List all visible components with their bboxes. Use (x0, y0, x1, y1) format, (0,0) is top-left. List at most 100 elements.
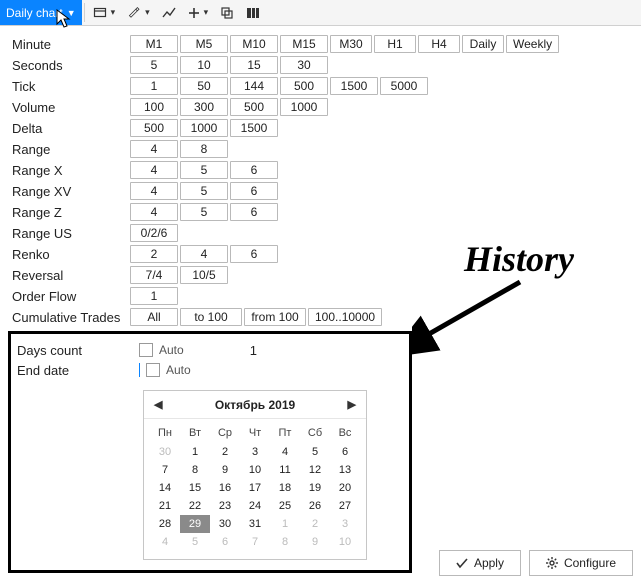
calendar-day[interactable]: 19 (300, 479, 330, 497)
calendar-day[interactable]: 16 (210, 479, 240, 497)
calendar-day[interactable]: 1 (270, 515, 300, 533)
option-button[interactable]: 1500 (230, 119, 278, 137)
option-button[interactable]: 1 (130, 287, 178, 305)
calendar-day[interactable]: 6 (330, 443, 360, 461)
option-button[interactable]: 5 (180, 161, 228, 179)
calendar-day[interactable]: 14 (150, 479, 180, 497)
calendar-prev-button[interactable]: ◀ (154, 398, 162, 411)
option-button[interactable]: 30 (280, 56, 328, 74)
option-button[interactable]: from 100 (244, 308, 306, 326)
calendar-day[interactable]: 27 (330, 497, 360, 515)
calendar-next-button[interactable]: ▶ (348, 398, 356, 411)
toolbar-layout-button[interactable] (240, 0, 266, 25)
calendar-day[interactable]: 8 (270, 533, 300, 551)
option-button[interactable]: 5000 (380, 77, 428, 95)
option-button[interactable]: 7/4 (130, 266, 178, 284)
apply-button[interactable]: Apply (439, 550, 521, 576)
option-button[interactable]: M15 (280, 35, 328, 53)
toolbar-add-dropdown[interactable]: ▾ (182, 0, 215, 25)
calendar-day[interactable]: 1 (180, 443, 210, 461)
option-button[interactable]: 10 (180, 56, 228, 74)
toolbar-draw-dropdown[interactable]: ▾ (121, 0, 156, 25)
option-button[interactable]: 500 (130, 119, 178, 137)
calendar-day[interactable]: 7 (240, 533, 270, 551)
option-button[interactable]: M5 (180, 35, 228, 53)
option-button[interactable]: 6 (230, 161, 278, 179)
option-button[interactable]: 100 (130, 98, 178, 116)
option-button[interactable]: Daily (462, 35, 504, 53)
option-button[interactable]: 5 (130, 56, 178, 74)
option-button[interactable]: 6 (230, 203, 278, 221)
calendar-day[interactable]: 3 (330, 515, 360, 533)
calendar-day[interactable]: 31 (240, 515, 270, 533)
option-button[interactable]: 50 (180, 77, 228, 95)
calendar-day[interactable]: 8 (180, 461, 210, 479)
option-button[interactable]: H1 (374, 35, 416, 53)
option-button[interactable]: 500 (230, 98, 278, 116)
option-button[interactable]: 4 (130, 140, 178, 158)
option-button[interactable]: 300 (180, 98, 228, 116)
calendar-day[interactable]: 25 (270, 497, 300, 515)
option-button[interactable]: 2 (130, 245, 178, 263)
option-button[interactable]: 4 (180, 245, 228, 263)
end-date-auto-checkbox[interactable] (146, 363, 160, 377)
calendar-day[interactable]: 2 (210, 443, 240, 461)
calendar-day[interactable]: 7 (150, 461, 180, 479)
option-button[interactable]: 4 (130, 161, 178, 179)
option-button[interactable]: 10/5 (180, 266, 228, 284)
calendar-day[interactable]: 3 (240, 443, 270, 461)
option-button[interactable]: 1 (130, 77, 178, 95)
option-button[interactable]: 0/2/6 (130, 224, 178, 242)
option-button[interactable]: H4 (418, 35, 460, 53)
option-button[interactable]: 1500 (330, 77, 378, 95)
calendar-day[interactable]: 23 (210, 497, 240, 515)
calendar-day[interactable]: 29 (180, 515, 210, 533)
days-count-auto-checkbox[interactable] (139, 343, 153, 357)
calendar-day[interactable]: 5 (180, 533, 210, 551)
calendar-day[interactable]: 11 (270, 461, 300, 479)
option-button[interactable]: 1000 (280, 98, 328, 116)
calendar-day[interactable]: 5 (300, 443, 330, 461)
calendar-day[interactable]: 4 (150, 533, 180, 551)
calendar-day[interactable]: 24 (240, 497, 270, 515)
calendar-day[interactable]: 2 (300, 515, 330, 533)
option-button[interactable]: 6 (230, 245, 278, 263)
option-button[interactable]: 6 (230, 182, 278, 200)
option-button[interactable]: Weekly (506, 35, 559, 53)
calendar-day[interactable]: 22 (180, 497, 210, 515)
calendar-day[interactable]: 9 (210, 461, 240, 479)
calendar-day[interactable]: 20 (330, 479, 360, 497)
calendar-day[interactable]: 4 (270, 443, 300, 461)
option-button[interactable]: 100..10000 (308, 308, 382, 326)
calendar-day[interactable]: 10 (330, 533, 360, 551)
configure-button[interactable]: Configure (529, 550, 633, 576)
option-button[interactable]: to 100 (180, 308, 242, 326)
calendar-day[interactable]: 17 (240, 479, 270, 497)
option-button[interactable]: M10 (230, 35, 278, 53)
option-button[interactable]: All (130, 308, 178, 326)
option-button[interactable]: M1 (130, 35, 178, 53)
option-button[interactable]: M30 (330, 35, 372, 53)
calendar-day[interactable]: 26 (300, 497, 330, 515)
option-button[interactable]: 1000 (180, 119, 228, 137)
option-button[interactable]: 4 (130, 203, 178, 221)
calendar-day[interactable]: 9 (300, 533, 330, 551)
calendar-day[interactable]: 15 (180, 479, 210, 497)
option-button[interactable]: 5 (180, 203, 228, 221)
option-button[interactable]: 500 (280, 77, 328, 95)
option-button[interactable]: 5 (180, 182, 228, 200)
option-button[interactable]: 8 (180, 140, 228, 158)
option-button[interactable]: 144 (230, 77, 278, 95)
calendar-day[interactable]: 30 (150, 443, 180, 461)
calendar-day[interactable]: 13 (330, 461, 360, 479)
calendar-day[interactable]: 12 (300, 461, 330, 479)
calendar-day[interactable]: 10 (240, 461, 270, 479)
calendar-day[interactable]: 21 (150, 497, 180, 515)
days-count-value[interactable]: 1 (250, 343, 257, 358)
calendar-day[interactable]: 30 (210, 515, 240, 533)
calendar-day[interactable]: 18 (270, 479, 300, 497)
toolbar-panel-dropdown[interactable]: ▾ (87, 0, 122, 25)
option-button[interactable]: 15 (230, 56, 278, 74)
calendar-day[interactable]: 28 (150, 515, 180, 533)
toolbar-indicator-button[interactable] (156, 0, 182, 25)
